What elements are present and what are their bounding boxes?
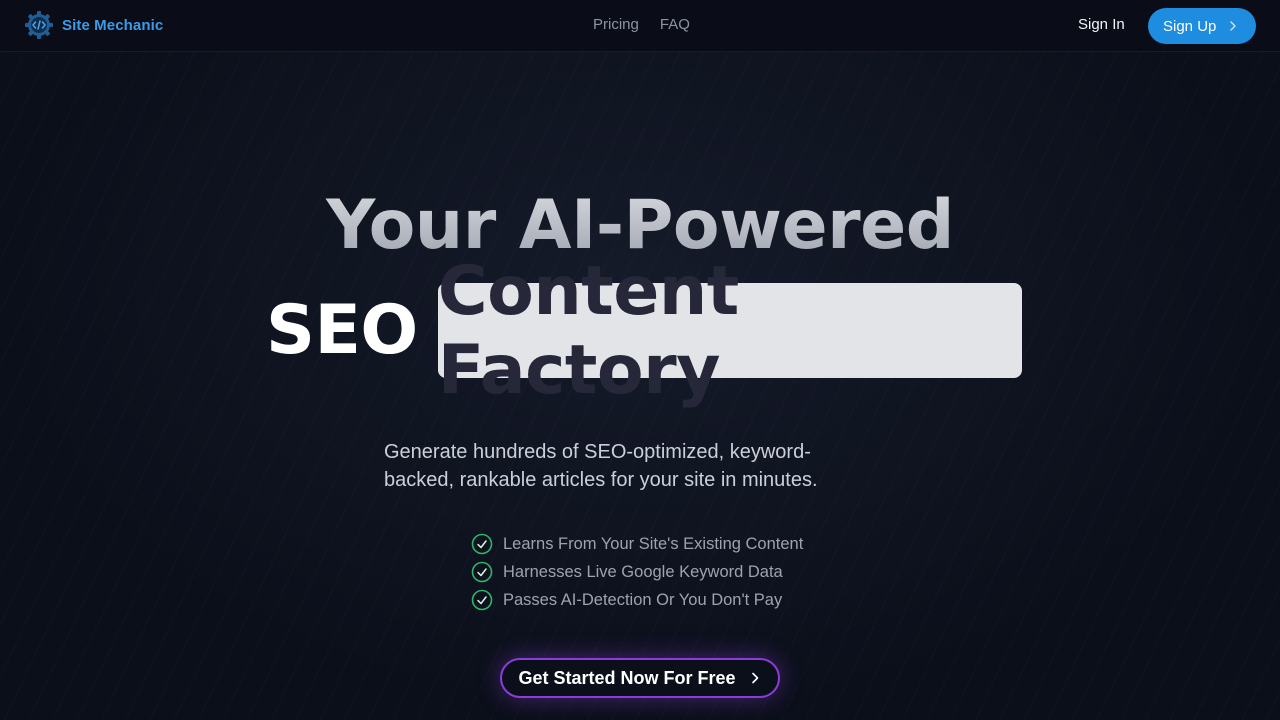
sign-up-label: Sign Up (1163, 17, 1217, 35)
feature-list: Learns From Your Site's Existing Content… (471, 530, 803, 614)
feature-text: Passes AI-Detection Or You Don't Pay (503, 590, 783, 609)
get-started-button[interactable]: Get Started Now For Free (500, 658, 780, 698)
feature-item: Learns From Your Site's Existing Content (471, 530, 803, 558)
feature-item: Harnesses Live Google Keyword Data (471, 558, 803, 586)
sign-in-link[interactable]: Sign In (1078, 16, 1125, 33)
brand-link[interactable]: Site Mechanic (24, 10, 163, 40)
hero-subtitle: Generate hundreds of SEO-optimized, keyw… (384, 441, 818, 491)
top-navbar: Site Mechanic Pricing FAQ Sign In Sign U… (0, 0, 1280, 52)
check-circle-icon (471, 561, 493, 583)
chevron-right-icon (1230, 21, 1237, 31)
check-circle-icon (471, 533, 493, 555)
gear-code-icon (25, 11, 53, 39)
main-nav: Pricing FAQ (593, 16, 690, 33)
brand-name: Site Mechanic (62, 16, 164, 34)
hero-title-line2: SEO Content Factory (266, 252, 1022, 410)
feature-text: Learns From Your Site's Existing Content (503, 534, 804, 553)
feature-item: Passes AI-Detection Or You Don't Pay (471, 586, 803, 614)
sign-up-button[interactable]: Sign Up (1148, 8, 1256, 44)
nav-link-pricing[interactable]: Pricing (593, 16, 639, 33)
feature-text: Harnesses Live Google Keyword Data (503, 562, 783, 581)
hero-title-seo: SEO (266, 291, 418, 370)
chevron-right-icon (751, 672, 758, 684)
check-circle-icon (471, 589, 493, 611)
nav-link-faq[interactable]: FAQ (660, 16, 690, 33)
hero-title-highlight: Content Factory (437, 252, 1022, 410)
get-started-label: Get Started Now For Free (518, 667, 736, 688)
